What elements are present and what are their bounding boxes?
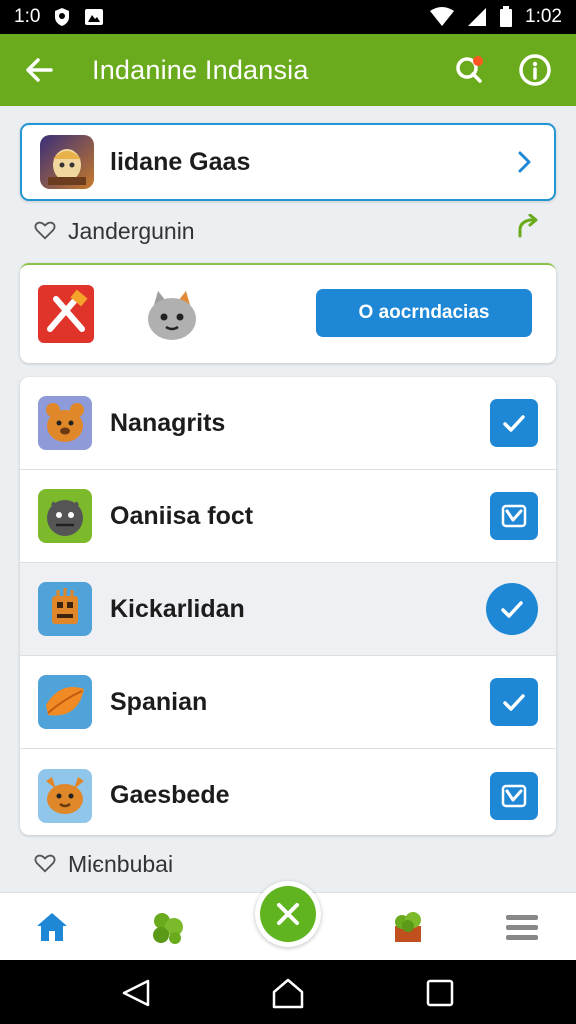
status-bar: 1:0 1:02 bbox=[0, 0, 576, 34]
back-arrow-icon[interactable] bbox=[18, 49, 60, 91]
list-item[interactable]: Nanagrits bbox=[20, 377, 556, 470]
recents-square-icon[interactable] bbox=[423, 976, 457, 1010]
list-item-label: Nanagrits bbox=[110, 408, 226, 437]
back-triangle-icon[interactable] bbox=[119, 976, 153, 1010]
list-item-label: Spanian bbox=[110, 687, 208, 716]
shield-icon bbox=[52, 7, 72, 27]
page-title: Indanine Indansia bbox=[92, 54, 309, 85]
list-item-label: Gaesbede bbox=[110, 781, 230, 809]
close-fab-icon bbox=[260, 886, 316, 942]
check-icon[interactable] bbox=[486, 583, 538, 635]
leaves-icon[interactable] bbox=[146, 905, 190, 949]
tool-app-icon bbox=[38, 285, 94, 343]
featured-app-card[interactable]: lidane Gaas bbox=[20, 123, 556, 201]
battery-icon bbox=[499, 6, 513, 28]
section-header: Miєnbubai bbox=[34, 848, 544, 880]
promo-card: O aocrndacias bbox=[20, 263, 556, 363]
fox-icon bbox=[38, 768, 92, 823]
check-icon[interactable] bbox=[490, 399, 538, 447]
notification-dot bbox=[473, 56, 483, 66]
section-header: Jandergunin bbox=[34, 213, 544, 248]
list-item[interactable]: Gaesbede bbox=[20, 749, 556, 835]
status-time-right: 1:02 bbox=[525, 6, 562, 27]
check-icon[interactable] bbox=[490, 492, 538, 540]
app-list: Nanagrits Oaniisa foct Kickarlidan Spani… bbox=[20, 377, 556, 835]
home-outline-icon[interactable] bbox=[271, 976, 305, 1010]
close-fab-button[interactable] bbox=[255, 881, 321, 947]
signal-icon bbox=[467, 7, 487, 27]
heart-icon bbox=[34, 219, 58, 243]
status-time-left: 1:0 bbox=[14, 6, 41, 27]
section-label: Jandergunin bbox=[68, 217, 195, 244]
info-icon[interactable] bbox=[512, 47, 558, 93]
list-item[interactable]: Kickarlidan bbox=[20, 563, 556, 656]
system-nav-bar bbox=[0, 960, 576, 1024]
content-area: lidane Gaas Jandergunin O aocrndacias Na… bbox=[0, 106, 576, 892]
recommendations-button[interactable]: O aocrndacias bbox=[316, 289, 532, 337]
app-bar: Indanine Indansia bbox=[0, 34, 576, 106]
bottom-nav bbox=[0, 881, 576, 960]
plant-icon[interactable] bbox=[386, 905, 430, 949]
section-label: Miєnbubai bbox=[68, 850, 174, 877]
list-item[interactable]: Spanian bbox=[20, 656, 556, 749]
search-notification-icon[interactable] bbox=[446, 47, 492, 93]
home-icon[interactable] bbox=[30, 905, 74, 949]
list-item-label: Oaniisa foct bbox=[110, 501, 254, 530]
robot-icon bbox=[38, 582, 92, 636]
refresh-arrow-icon[interactable] bbox=[516, 213, 544, 248]
bear-icon bbox=[38, 396, 92, 450]
leaf-icon bbox=[38, 675, 92, 729]
monster-icon bbox=[38, 489, 92, 543]
featured-app-name: lidane Gaas bbox=[110, 147, 251, 176]
wifi-icon bbox=[429, 7, 455, 27]
chevron-right-icon bbox=[512, 150, 536, 174]
menu-icon[interactable] bbox=[500, 905, 544, 949]
check-icon[interactable] bbox=[490, 771, 538, 820]
photo-icon bbox=[84, 8, 104, 26]
heart-icon bbox=[34, 852, 58, 876]
cat-icon bbox=[144, 289, 200, 343]
game-app-icon bbox=[40, 135, 94, 189]
check-icon[interactable] bbox=[490, 678, 538, 726]
list-item[interactable]: Oaniisa foct bbox=[20, 470, 556, 563]
list-item-label: Kickarlidan bbox=[110, 594, 245, 623]
